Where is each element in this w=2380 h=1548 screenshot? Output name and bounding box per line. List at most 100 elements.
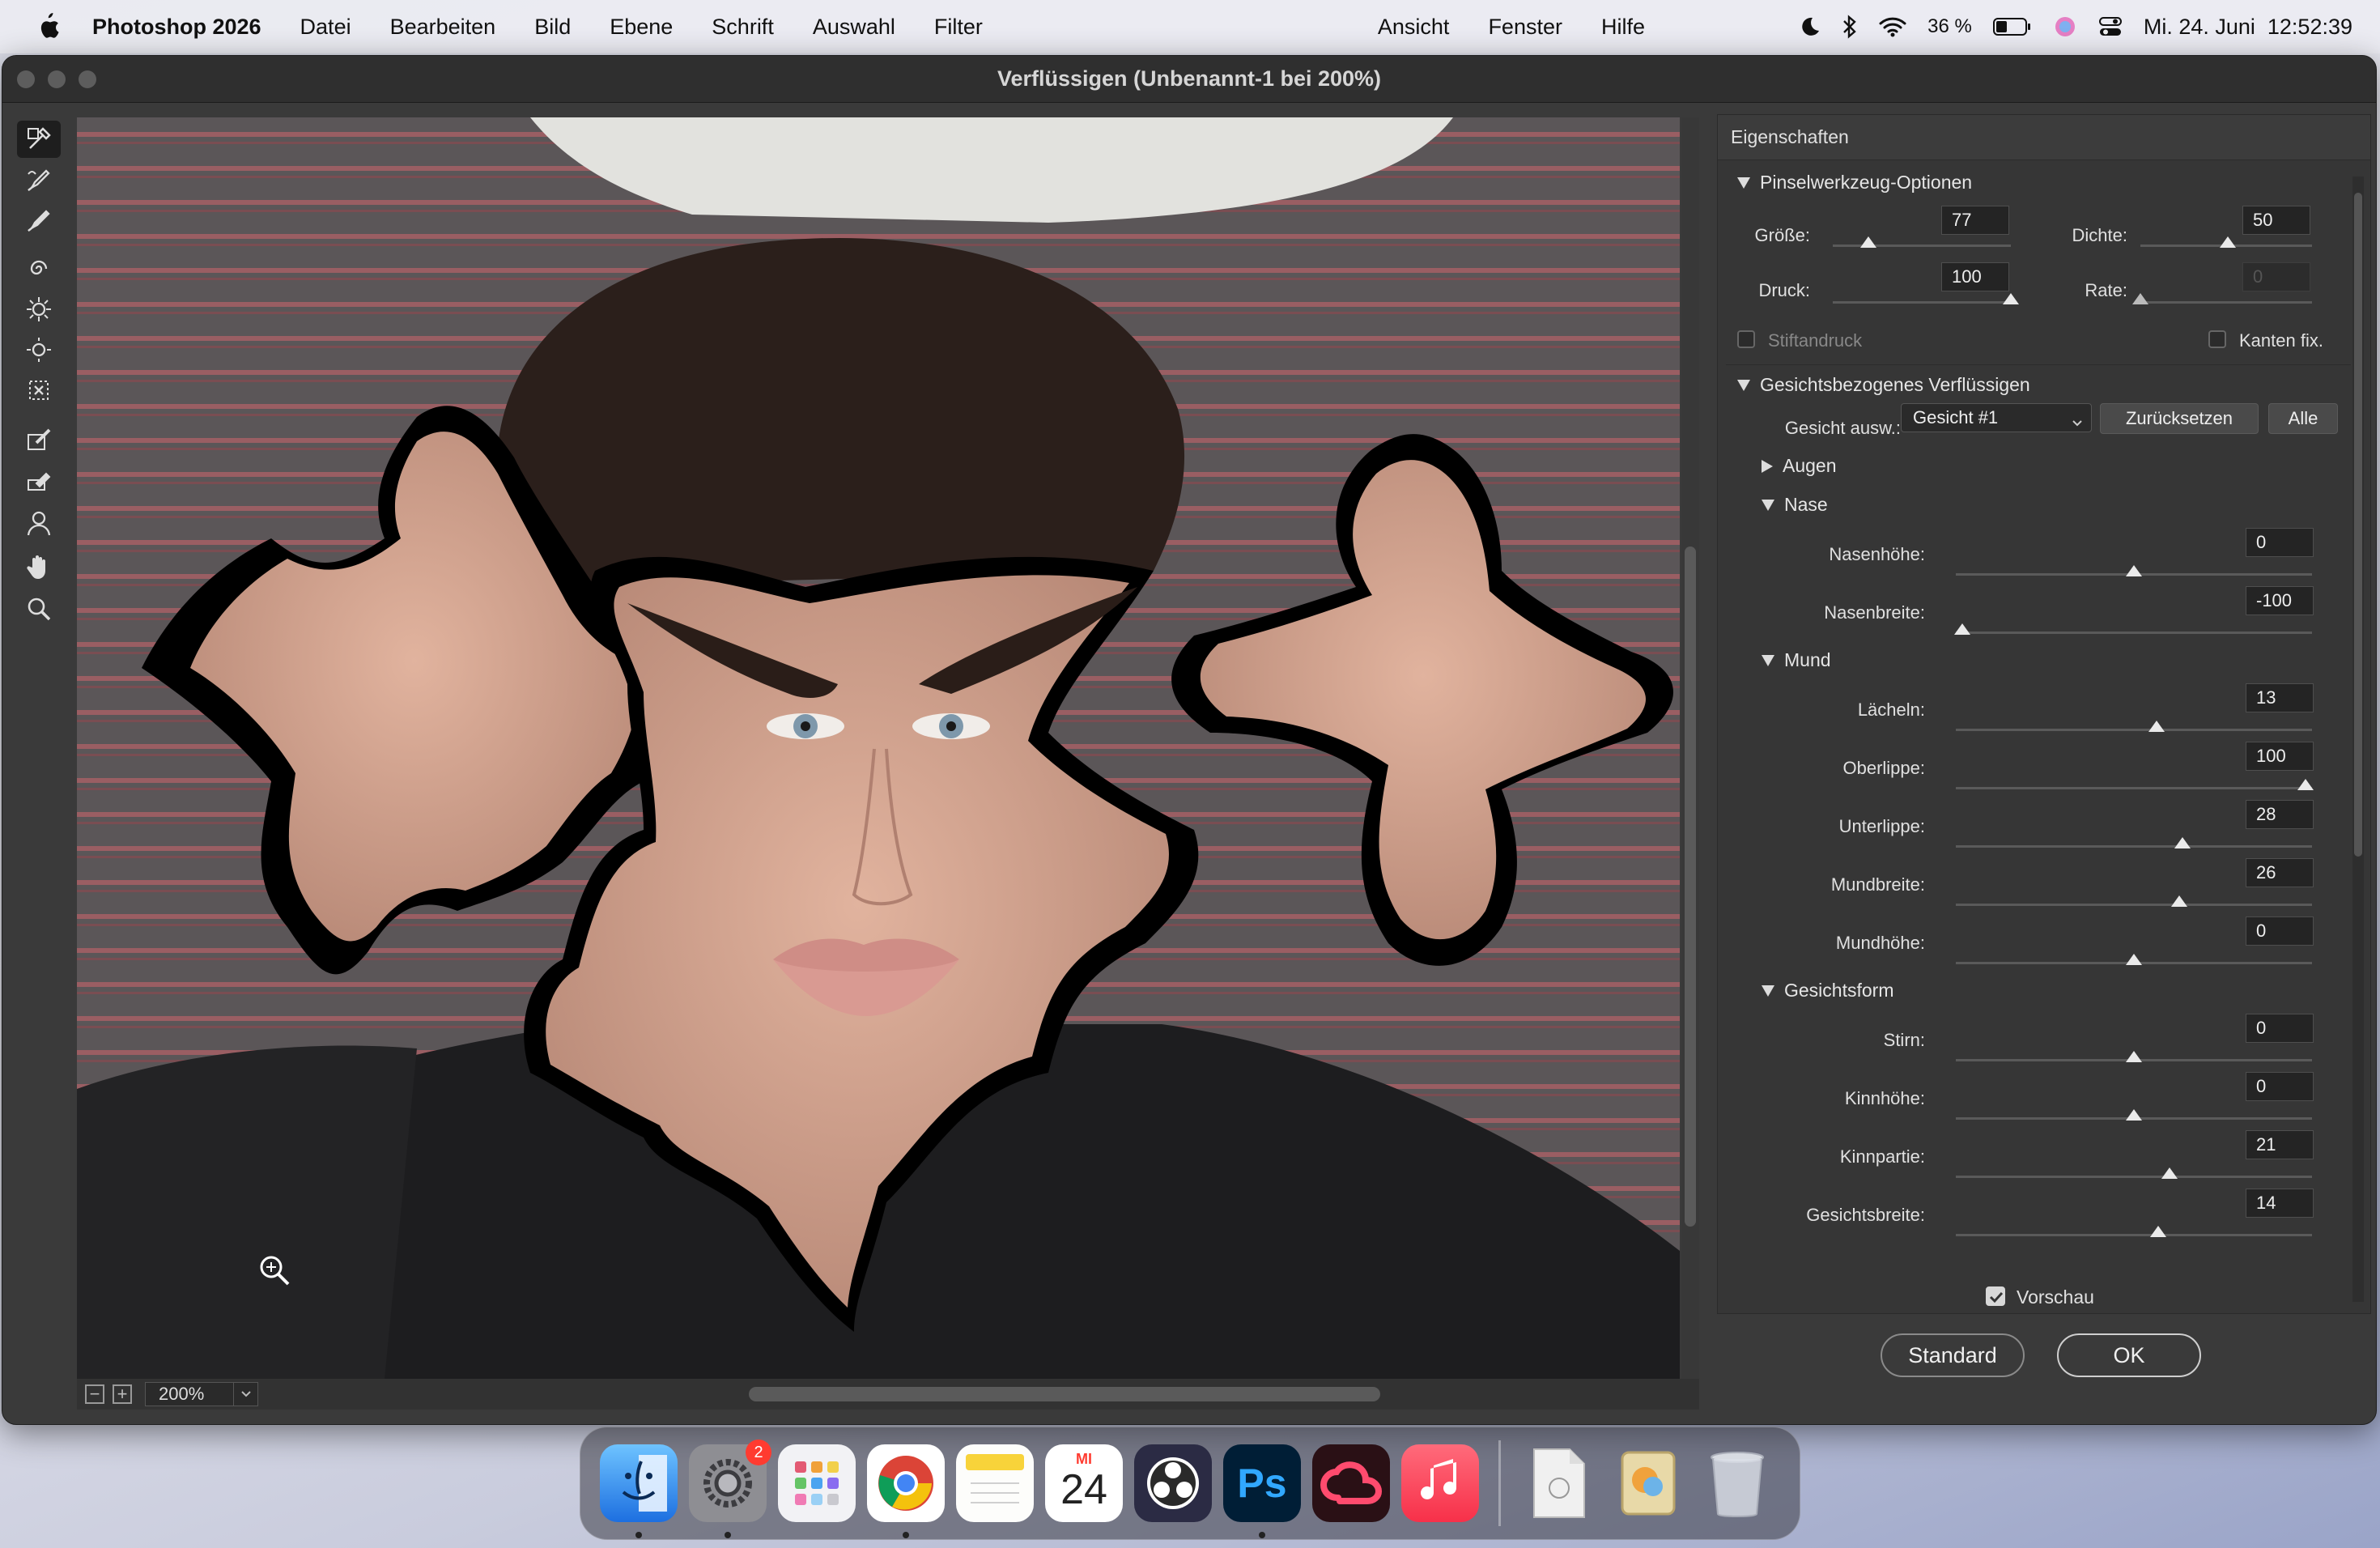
nasenbreite-slider[interactable] (1956, 632, 2312, 634)
menu-bearbeiten[interactable]: Bearbeiten (390, 15, 496, 40)
reset-face-button[interactable]: Zurücksetzen (2100, 403, 2259, 434)
stirn-slider-handle[interactable] (2126, 1051, 2142, 1062)
wifi-icon[interactable] (1879, 16, 1906, 37)
laecheln-field[interactable]: 13 (2246, 683, 2314, 712)
zoom-button[interactable] (79, 70, 96, 88)
reconstruct-tool[interactable] (17, 161, 61, 198)
close-button[interactable] (17, 70, 35, 88)
dock-launchpad[interactable] (778, 1444, 856, 1522)
laecheln-slider[interactable] (1956, 729, 2312, 731)
canvas-horizontal-scrollbar[interactable] (749, 1387, 1380, 1401)
section-face-aware-liquify[interactable]: Gesichtsbezogenes Verflüssigen (1737, 374, 2030, 396)
section-gesichtsform[interactable]: Gesichtsform (1762, 980, 1893, 1002)
druck-field[interactable]: 100 (1941, 262, 2009, 291)
section-brush-options[interactable]: Pinselwerkzeug-Optionen (1737, 172, 1972, 194)
zoom-dropdown-button[interactable] (234, 1382, 258, 1406)
apple-icon[interactable] (36, 13, 68, 40)
panel-scrollbar[interactable] (2352, 176, 2364, 1302)
laecheln-slider-handle[interactable] (2148, 721, 2165, 732)
kinnpartie-field[interactable]: 21 (2246, 1130, 2314, 1159)
forward-warp-tool[interactable] (17, 121, 61, 158)
hand-tool[interactable] (17, 548, 61, 585)
zoom-tool[interactable] (17, 590, 61, 627)
nasenhoehe-field[interactable]: 0 (2246, 528, 2314, 557)
battery-icon[interactable] (1992, 17, 2032, 36)
mundbreite-slider-handle[interactable] (2171, 895, 2187, 907)
dock-finder[interactable] (600, 1444, 678, 1538)
menu-datei[interactable]: Datei (300, 15, 351, 40)
menu-bild[interactable]: Bild (534, 15, 571, 40)
unterlippe-field[interactable]: 28 (2246, 800, 2314, 829)
dock-notes[interactable] (956, 1444, 1034, 1522)
groesse-slider-handle[interactable] (1860, 236, 1876, 248)
mundbreite-slider[interactable] (1956, 904, 2312, 906)
kinnhoehe-slider-handle[interactable] (2126, 1109, 2142, 1121)
dock-system-settings[interactable]: 2 (689, 1440, 771, 1538)
zoom-out-button[interactable]: − (85, 1384, 104, 1404)
stiftandruck-checkbox[interactable] (1737, 330, 1755, 348)
moon-icon[interactable] (1798, 15, 1821, 38)
bloat-tool[interactable] (17, 331, 61, 368)
dock-chrome[interactable] (867, 1444, 945, 1538)
control-center-icon[interactable] (2098, 15, 2123, 38)
dock-obs[interactable] (1134, 1444, 1212, 1522)
druck-slider-handle[interactable] (2003, 293, 2019, 304)
smooth-tool[interactable] (17, 202, 61, 239)
gesichtsbreite-slider-handle[interactable] (2150, 1226, 2166, 1237)
siri-icon[interactable] (2053, 15, 2077, 39)
push-left-tool[interactable] (17, 372, 61, 409)
vorschau-checkbox[interactable] (1986, 1286, 2005, 1306)
ok-button[interactable]: OK (2057, 1333, 2201, 1377)
menu-app-name[interactable]: Photoshop 2026 (92, 15, 261, 40)
liquify-canvas[interactable] (77, 117, 1680, 1379)
oberlippe-slider-handle[interactable] (2297, 779, 2314, 790)
menu-fenster[interactable]: Fenster (1488, 15, 1562, 40)
canvas-vertical-scrollbar[interactable] (1681, 117, 1699, 1379)
canvas-image[interactable] (77, 117, 1680, 1379)
dock-music[interactable] (1401, 1444, 1479, 1522)
nasenbreite-slider-handle[interactable] (1954, 623, 1970, 635)
dock-preview-image[interactable] (1609, 1444, 1687, 1522)
menu-ebene[interactable]: Ebene (610, 15, 673, 40)
mundbreite-field[interactable]: 26 (2246, 858, 2314, 887)
druck-slider[interactable] (1833, 301, 2011, 304)
dock-calendar[interactable]: MI 24 (1045, 1444, 1123, 1522)
gesichtsbreite-slider[interactable] (1956, 1234, 2312, 1236)
unterlippe-slider-handle[interactable] (2174, 837, 2191, 848)
thaw-mask-tool[interactable] (17, 461, 61, 498)
pucker-tool[interactable] (17, 291, 61, 328)
groesse-slider[interactable] (1833, 245, 2011, 247)
groesse-field[interactable]: 77 (1941, 206, 2009, 235)
kinnpartie-slider[interactable] (1956, 1176, 2312, 1178)
face-tool[interactable] (17, 504, 61, 542)
dock-trash[interactable] (1698, 1444, 1776, 1522)
all-faces-button[interactable]: Alle (2268, 403, 2338, 434)
bluetooth-icon[interactable] (1842, 15, 1858, 39)
mundhoehe-field[interactable]: 0 (2246, 916, 2314, 946)
section-nase[interactable]: Nase (1762, 494, 1828, 516)
menu-clock[interactable]: Mi. 24. Juni 12:52:39 (2144, 15, 2352, 40)
menu-schrift[interactable]: Schrift (712, 15, 774, 40)
twirl-tool[interactable] (17, 250, 61, 287)
menu-hilfe[interactable]: Hilfe (1601, 15, 1645, 40)
dichte-slider-handle[interactable] (2220, 236, 2236, 248)
kinnpartie-slider-handle[interactable] (2161, 1167, 2178, 1179)
freeze-mask-tool[interactable] (17, 420, 61, 457)
dichte-field[interactable]: 50 (2242, 206, 2310, 235)
dock-http-file[interactable] (1520, 1444, 1598, 1522)
standard-button[interactable]: Standard (1881, 1333, 2025, 1377)
minimize-button[interactable] (48, 70, 66, 88)
kanten-fix-checkbox[interactable] (2208, 330, 2226, 348)
stirn-field[interactable]: 0 (2246, 1014, 2314, 1043)
oberlippe-field[interactable]: 100 (2246, 742, 2314, 771)
section-mund[interactable]: Mund (1762, 649, 1831, 671)
zoom-level-field[interactable]: 200% (145, 1382, 234, 1406)
section-augen[interactable]: Augen (1762, 455, 1837, 477)
menu-ansicht[interactable]: Ansicht (1378, 15, 1450, 40)
nasenbreite-field[interactable]: -100 (2246, 586, 2314, 615)
kinnhoehe-field[interactable]: 0 (2246, 1072, 2314, 1101)
face-select-dropdown[interactable]: Gesicht #1 (1901, 403, 2092, 432)
oberlippe-slider[interactable] (1956, 787, 2312, 789)
unterlippe-slider[interactable] (1956, 845, 2312, 848)
zoom-in-button[interactable]: + (113, 1384, 132, 1404)
